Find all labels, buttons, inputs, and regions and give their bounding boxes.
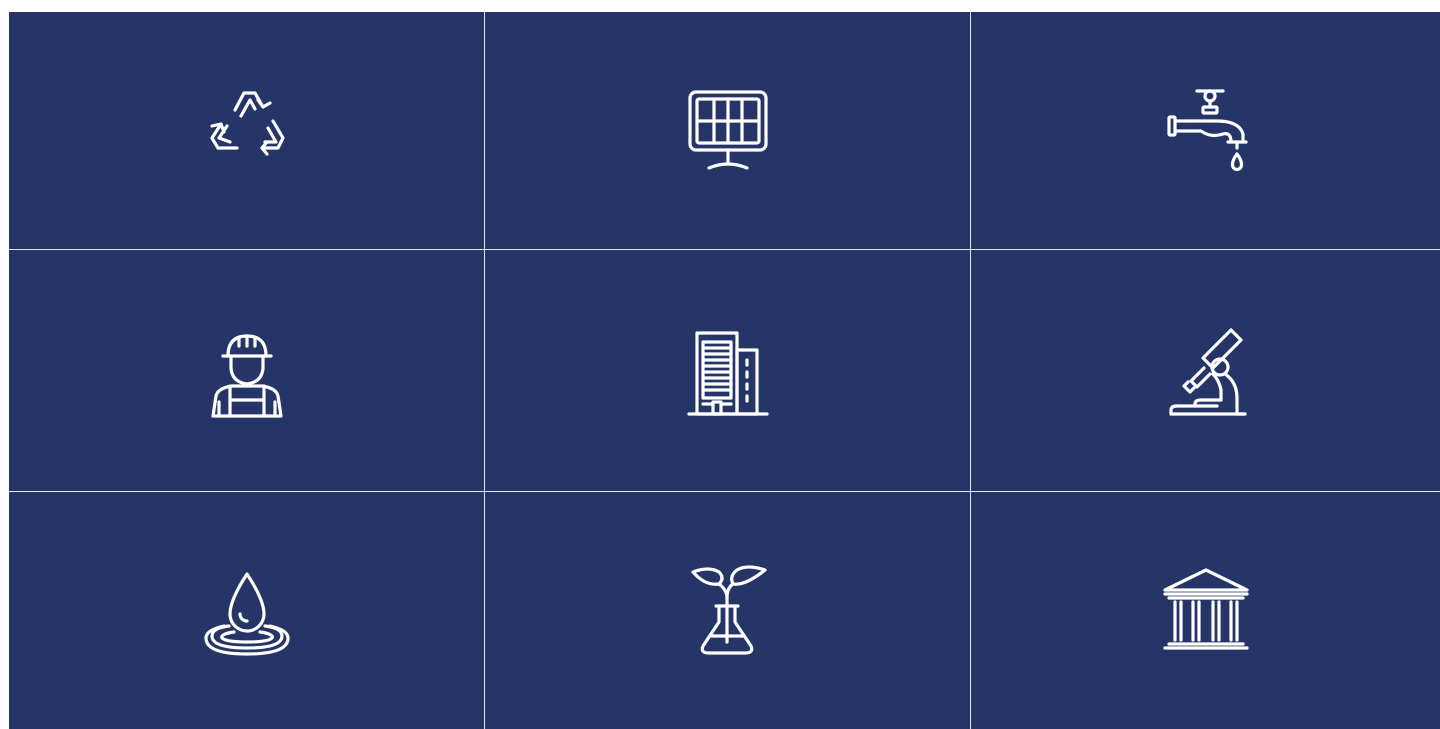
icon-grid [9, 12, 1440, 729]
tile-recycling[interactable] [9, 12, 485, 250]
office-building-icon [673, 316, 783, 426]
solar-panel-icon [673, 76, 783, 186]
water-faucet-icon [1151, 76, 1261, 186]
tile-solar-energy[interactable] [485, 12, 971, 250]
tile-water-resources[interactable] [9, 492, 485, 729]
tile-agriculture-science[interactable] [485, 492, 971, 729]
microscope-icon [1151, 316, 1261, 426]
tile-research[interactable] [971, 250, 1440, 492]
construction-worker-icon [192, 316, 302, 426]
government-building-icon [1151, 556, 1261, 666]
water-drop-ripple-icon [192, 556, 302, 666]
tile-commercial-buildings[interactable] [485, 250, 971, 492]
tile-water-supply[interactable] [971, 12, 1440, 250]
recycle-icon [192, 76, 302, 186]
plant-flask-icon [673, 556, 783, 666]
tile-government[interactable] [971, 492, 1440, 729]
tile-workforce[interactable] [9, 250, 485, 492]
